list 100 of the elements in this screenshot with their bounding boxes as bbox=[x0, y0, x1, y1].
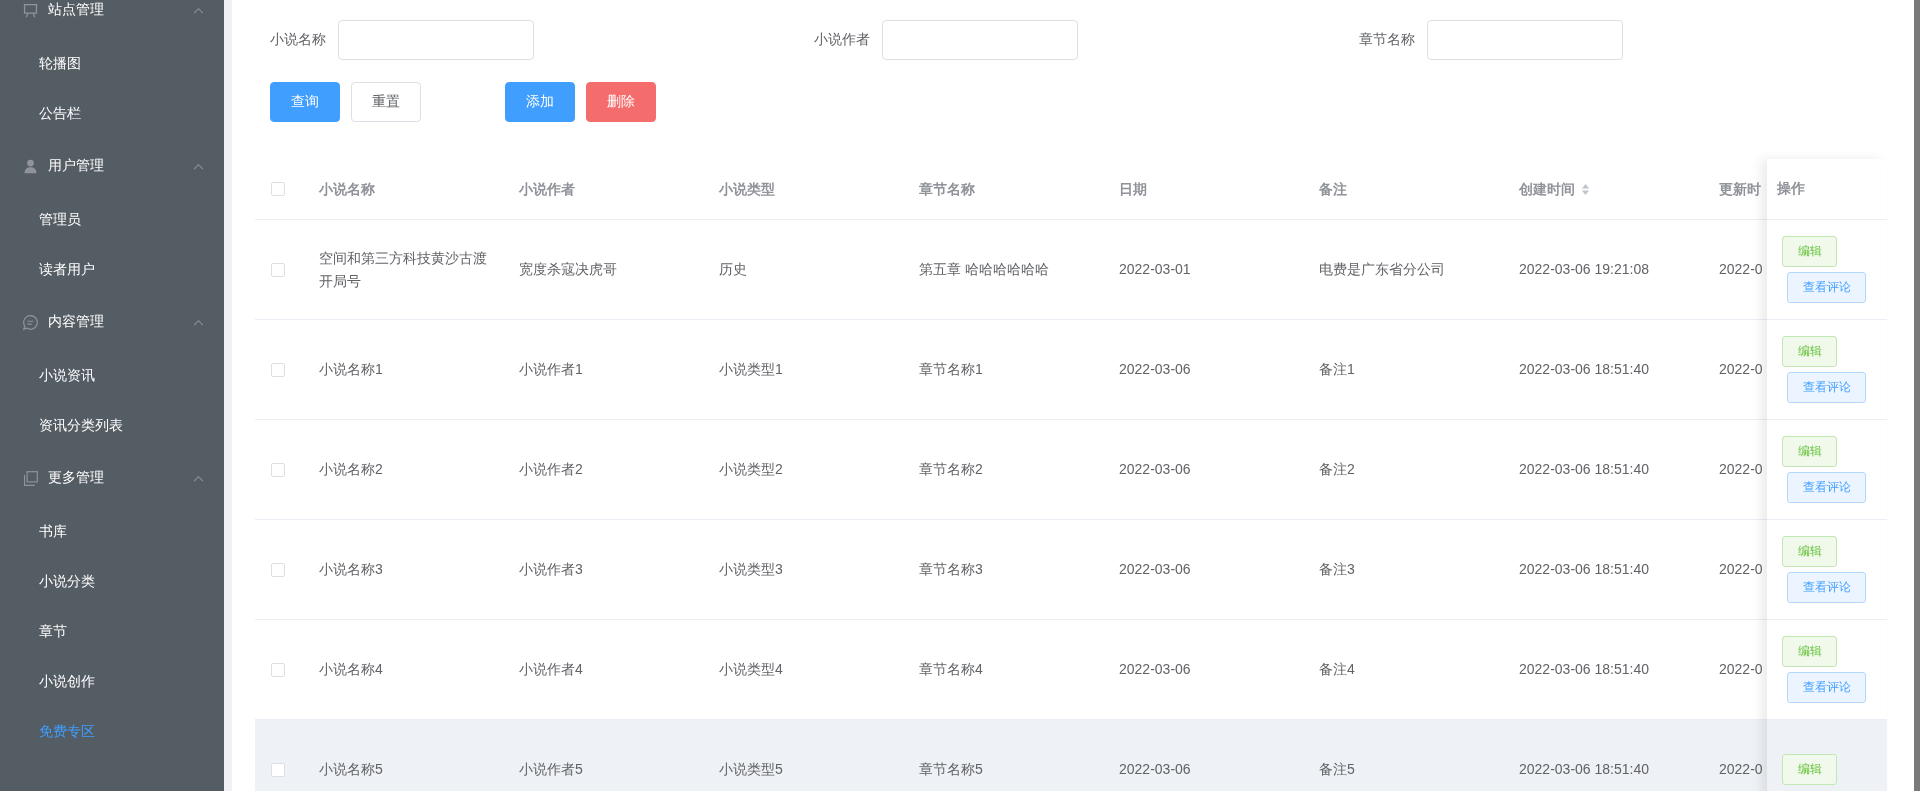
chevron-up-icon bbox=[193, 6, 204, 14]
copy-icon bbox=[22, 469, 39, 487]
table-cell-text: 2022-03-06 18:51:40 bbox=[1519, 360, 1649, 379]
column-header: 小说类型 bbox=[719, 179, 775, 199]
sidebar-item[interactable]: 公告栏 bbox=[0, 88, 224, 138]
table-cell-text: 备注3 bbox=[1319, 560, 1355, 579]
input-field[interactable] bbox=[882, 20, 1079, 60]
chevron-up-icon bbox=[193, 474, 204, 482]
column-header: 备注 bbox=[1319, 179, 1347, 199]
column-header: 操作 bbox=[1777, 180, 1805, 198]
table-cell-text: 2022-03-06 18:51:40 bbox=[1519, 460, 1649, 479]
table-cell-text: 历史 bbox=[719, 260, 747, 279]
column-header: 创建时间 bbox=[1519, 179, 1575, 199]
sidebar-item[interactable]: 管理员 bbox=[0, 194, 224, 244]
field-label: 小说名称 bbox=[270, 31, 326, 49]
table-cell-text: 2022-03-06 bbox=[1119, 660, 1191, 679]
table-cell-text: 小说类型4 bbox=[719, 660, 783, 679]
table-cell-text: 空间和第三方科技黄沙古渡开局号 bbox=[319, 248, 488, 291]
column-header: 日期 bbox=[1119, 179, 1147, 199]
sidebar-item[interactable]: 小说资讯 bbox=[0, 350, 224, 400]
checkbox[interactable] bbox=[270, 762, 285, 777]
table-cell-text: 备注1 bbox=[1319, 360, 1355, 379]
checkbox[interactable] bbox=[270, 262, 285, 277]
table-row[interactable]: 小说名称3 小说作者3 小说类型3 章节名称3 2022-03-06 备注3 2022-03-06 18:51:40 2022-0 bbox=[255, 520, 1767, 620]
table-row[interactable]: 小说名称5 小说作者5 小说类型5 章节名称5 2022-03-06 备注5 2022-03-06 18:51:40 2022-0 bbox=[255, 720, 1767, 791]
column-header: 章节名称 bbox=[919, 179, 975, 199]
table-cell-text: 2022-0 bbox=[1719, 660, 1763, 679]
table-cell-text: 2022-03-06 18:51:40 bbox=[1519, 560, 1649, 579]
sidebar-item[interactable]: 书库 bbox=[0, 506, 224, 556]
table-cell-text: 2022-03-01 bbox=[1119, 260, 1191, 279]
table-cell-text: 电费是广东省分公司 bbox=[1319, 260, 1445, 279]
table-cell-text: 备注4 bbox=[1319, 660, 1355, 679]
menu-group[interactable]: 更多管理 bbox=[0, 450, 224, 506]
table-cell-text: 小说类型2 bbox=[719, 460, 783, 479]
checkbox[interactable] bbox=[270, 362, 285, 377]
column-header: 小说作者 bbox=[519, 179, 575, 199]
table-cell-text: 宽度杀寇决虎哥 bbox=[519, 260, 617, 279]
sidebar-item[interactable]: 资讯分类列表 bbox=[0, 400, 224, 450]
field-label: 小说作者 bbox=[814, 31, 871, 49]
table-cell-text: 2022-03-06 bbox=[1119, 360, 1191, 379]
table-cell-text: 小说作者2 bbox=[519, 460, 583, 479]
action-button[interactable]: 重置 bbox=[351, 82, 421, 122]
chevron-up-icon bbox=[193, 162, 204, 170]
table-cell-text: 小说类型5 bbox=[719, 760, 783, 779]
menu-group[interactable]: 内容管理 bbox=[0, 294, 224, 350]
table-cell-text: 2022-03-06 bbox=[1119, 760, 1191, 779]
menu-group[interactable]: 用户管理 bbox=[0, 138, 224, 194]
field-label: 章节名称 bbox=[1358, 31, 1415, 49]
sidebar-item[interactable]: 小说创作 bbox=[0, 656, 224, 706]
table-cell-text: 章节名称2 bbox=[919, 460, 983, 479]
table-cell-text: 章节名称1 bbox=[919, 360, 983, 379]
table-cell-text: 小说名称5 bbox=[319, 760, 383, 779]
table-cell-text: 2022-0 bbox=[1719, 560, 1763, 579]
table-cell-text: 第五章 哈哈哈哈哈哈 bbox=[919, 260, 1049, 279]
table-cell-text: 2022-0 bbox=[1719, 460, 1763, 479]
table-cell-text: 2022-03-06 18:51:40 bbox=[1519, 760, 1649, 779]
column-header: 小说名称 bbox=[319, 179, 375, 199]
easel-icon bbox=[22, 1, 39, 19]
checkbox[interactable] bbox=[270, 662, 285, 677]
table-cell-text: 章节名称3 bbox=[919, 560, 983, 579]
table-cell-text: 2022-0 bbox=[1719, 760, 1763, 779]
table-cell-text: 章节名称4 bbox=[919, 660, 983, 679]
sidebar-item[interactable]: 读者用户 bbox=[0, 244, 224, 294]
table-row[interactable]: 空间和第三方科技黄沙古渡开局号 宽度杀寇决虎哥 历史 第五章 哈哈哈哈哈哈 2022-03-01 电费是广东省分公司 2022-03-06 19:21:08 2022-0 bbox=[255, 220, 1767, 320]
table-cell-text: 备注2 bbox=[1319, 460, 1355, 479]
input-field[interactable] bbox=[338, 20, 534, 60]
menu-group-title: 用户管理 bbox=[48, 157, 105, 175]
menu-group-title: 更多管理 bbox=[48, 469, 105, 487]
table-cell-text: 小说作者1 bbox=[519, 360, 583, 379]
checkbox[interactable] bbox=[270, 462, 285, 477]
checkbox[interactable] bbox=[270, 562, 285, 577]
table-cell-text: 小说名称3 bbox=[319, 560, 383, 579]
sidebar-item[interactable]: 轮播图 bbox=[0, 38, 224, 88]
table-row[interactable]: 小说名称2 小说作者2 小说类型2 章节名称2 2022-03-06 备注2 2022-03-06 18:51:40 2022-0 bbox=[255, 420, 1767, 520]
menu-group-title: 内容管理 bbox=[48, 313, 105, 331]
table-cell-text: 小说名称4 bbox=[319, 660, 383, 679]
table-cell-text: 2022-03-06 18:51:40 bbox=[1519, 660, 1649, 679]
sort-icon[interactable] bbox=[1581, 182, 1590, 196]
scrollbar[interactable] bbox=[1914, 0, 1920, 791]
table-cell-text: 小说类型1 bbox=[719, 360, 783, 379]
table-cell-text: 小说作者5 bbox=[519, 760, 583, 779]
table-cell-text: 小说作者4 bbox=[519, 660, 583, 679]
checkbox[interactable] bbox=[270, 182, 285, 196]
table-cell-text: 2022-03-06 19:21:08 bbox=[1519, 260, 1649, 279]
table-cell-text: 小说作者3 bbox=[519, 560, 583, 579]
column-header: 更新时 bbox=[1719, 179, 1761, 199]
table-cell-text: 备注5 bbox=[1319, 760, 1355, 779]
table-cell-text: 2022-0 bbox=[1719, 260, 1763, 279]
menu-group[interactable]: 站点管理 bbox=[0, 0, 224, 38]
sidebar-item[interactable]: 小说分类 bbox=[0, 556, 224, 606]
table-cell-text: 小说类型3 bbox=[719, 560, 783, 579]
user-icon bbox=[22, 157, 39, 175]
table-row[interactable]: 小说名称1 小说作者1 小说类型1 章节名称1 2022-03-06 备注1 2022-03-06 18:51:40 2022-0 bbox=[255, 320, 1767, 420]
sidebar-item[interactable]: 章节 bbox=[0, 606, 224, 656]
chat-icon bbox=[22, 313, 39, 331]
table-cell-text: 2022-0 bbox=[1719, 360, 1763, 379]
table-cell-text: 2022-03-06 bbox=[1119, 560, 1191, 579]
table-cell-text: 章节名称5 bbox=[919, 760, 983, 779]
menu-group-title: 站点管理 bbox=[48, 1, 105, 19]
input-field[interactable] bbox=[1426, 20, 1623, 60]
